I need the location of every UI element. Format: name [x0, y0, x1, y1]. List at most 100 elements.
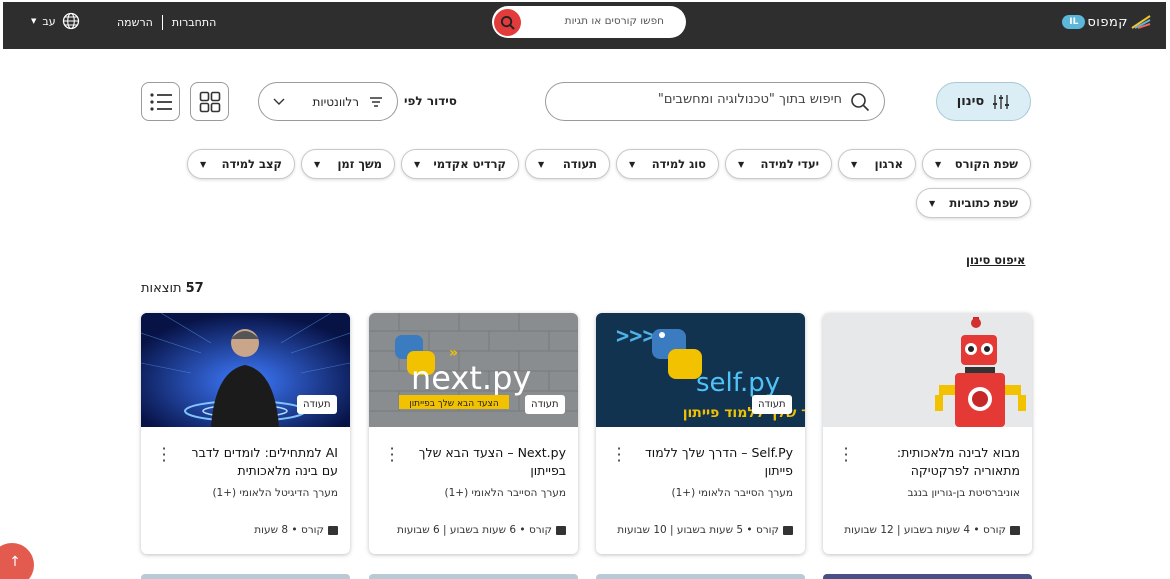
language-label: עב — [42, 14, 56, 28]
caret-down-icon: ▼ — [935, 159, 942, 169]
chip-label: קצב למידה — [221, 157, 282, 171]
course-organization: מערך הסייבר הלאומי (+1) — [671, 487, 793, 499]
next-card-edge — [141, 574, 350, 579]
grid-icon — [199, 91, 220, 112]
course-meta-text: קורס • 4 שעות בשבוע | 12 שבועות — [844, 524, 1006, 536]
caret-down-icon: ▼ — [414, 159, 421, 169]
course-meta: קורס • 8 שעות — [254, 524, 338, 536]
caret-down-icon: ▼ — [738, 159, 745, 169]
course-title[interactable]: מבוא לבינה מלאכותית: מתאוריה לפרקטיקה — [860, 444, 1020, 480]
more-options-icon[interactable]: · · · — [841, 441, 851, 469]
course-meta: קורס • 4 שעות בשבוע | 12 שבועות — [844, 524, 1020, 536]
header-search-placeholder: חפשו קורסים או תגיות — [564, 15, 664, 27]
book-icon — [1010, 525, 1020, 535]
register-link[interactable]: הרשמה — [117, 16, 153, 29]
results-count: 57 תוצאות — [141, 281, 204, 296]
caret-down-icon: ▼ — [851, 159, 858, 169]
course-meta: קורס • 5 שעות בשבוע | 10 שבועות — [617, 524, 793, 536]
course-meta: קורס • 6 שעות בשבוע | 6 שבועות — [397, 524, 566, 536]
course-card[interactable]: · · · מבוא לבינה מלאכותית: מתאוריה לפרקטיק… — [823, 313, 1032, 554]
filter-toggle-label: סינון — [956, 94, 985, 109]
grid-view-button[interactable] — [190, 82, 229, 121]
course-meta-text: קורס • 5 שעות בשבוע | 10 שבועות — [617, 524, 779, 536]
next-card-edge — [596, 574, 805, 579]
sort-select[interactable]: רלוונטיות — [258, 82, 398, 121]
book-icon — [556, 525, 566, 535]
scroll-to-top-button[interactable]: ↑ — [0, 543, 34, 579]
course-organization: אוניברסיטת בן-גוריון בנגב — [907, 487, 1020, 499]
list-icon — [149, 92, 172, 111]
book-icon — [783, 525, 793, 535]
logo-badge: IL — [1062, 15, 1086, 29]
auth-links: התחברות הרשמה — [117, 15, 216, 30]
filter-organization[interactable]: ארגון ▼ — [838, 149, 916, 179]
more-options-icon[interactable]: · · · — [387, 441, 397, 469]
sort-lines-icon — [370, 96, 382, 107]
course-card[interactable]: >>> self.py ך שלך ללמוד פייתון תעודה · · ·… — [596, 313, 805, 554]
logo-mark-icon — [1131, 15, 1151, 29]
course-organization: מערך הסייבר הלאומי (+1) — [444, 487, 566, 499]
catalog-search[interactable] — [545, 82, 885, 121]
chevron-down-icon: ▼ — [31, 17, 37, 25]
filter-subtitle-language[interactable]: שפת כתוביות ▼ — [916, 188, 1031, 218]
chip-label: תעודה — [562, 157, 597, 171]
course-title[interactable]: Self.Py – הדרך שלך ללמוד פייתון — [633, 444, 793, 480]
filter-learning-type[interactable]: סוג למידה ▼ — [616, 149, 719, 179]
filter-academic-credit[interactable]: קרדיט אקדמי ▼ — [401, 149, 519, 179]
arrow-up-icon: ↑ — [9, 554, 21, 570]
results-number: 57 — [185, 281, 204, 296]
filter-certificate[interactable]: תעודה ▼ — [525, 149, 610, 179]
chip-label: יעדי למידה — [760, 157, 819, 171]
more-options-icon[interactable]: · · · — [614, 441, 624, 469]
header-search-button[interactable] — [494, 9, 521, 36]
next-card-edge — [823, 574, 1032, 579]
chevron-down-icon — [273, 98, 285, 105]
chip-label: שפת הקורס — [954, 157, 1018, 171]
header-search[interactable]: חפשו קורסים או תגיות — [492, 6, 686, 38]
certificate-badge: תעודה — [297, 395, 337, 414]
sort-value: רלוונטיות — [312, 94, 359, 109]
course-title[interactable]: Next.py – הצעד הבא שלך בפייתון — [406, 444, 566, 480]
language-selector[interactable]: עב ▼ — [31, 12, 80, 30]
chip-label: משך זמן — [337, 157, 382, 171]
image-text: next.py — [411, 359, 531, 397]
list-view-button[interactable] — [141, 82, 180, 121]
svg-text:>>>: >>> — [616, 324, 656, 349]
reset-filters-link[interactable]: איפוס סינון — [966, 253, 1025, 267]
next-card-edge — [369, 574, 578, 579]
certificate-badge: תעודה — [525, 395, 565, 414]
filter-learning-pace[interactable]: קצב למידה ▼ — [187, 149, 295, 179]
course-meta-text: קורס • 8 שעות — [254, 524, 324, 536]
chip-label: שפת כתוביות — [949, 196, 1018, 210]
search-icon — [851, 93, 870, 112]
more-options-icon[interactable]: · · · — [159, 441, 169, 469]
caret-down-icon: ▼ — [929, 198, 936, 208]
chip-label: סוג למידה — [651, 157, 706, 171]
globe-icon — [62, 12, 79, 30]
sort-label: סידור לפי — [404, 94, 457, 108]
certificate-badge: תעודה — [752, 395, 792, 414]
chip-label: קרדיט אקדמי — [433, 157, 506, 171]
top-navbar: IL קמפוס חפשו קורסים או תגיות התחברות הר… — [3, 2, 1166, 49]
filter-learning-goals[interactable]: יעדי למידה ▼ — [725, 149, 832, 179]
course-organization: מערך הדיגיטל הלאומי (+1) — [212, 487, 338, 499]
logo-text: קמפוס — [1087, 14, 1128, 30]
course-card[interactable]: תעודה · · · AI למתחילים: לומדים לדבר עם בי… — [141, 313, 350, 554]
filter-duration[interactable]: משך זמן ▼ — [301, 149, 395, 179]
filter-course-language[interactable]: שפת הקורס ▼ — [922, 149, 1031, 179]
search-icon — [500, 15, 515, 30]
caret-down-icon: ▼ — [538, 159, 545, 169]
image-subtext: הצעד הבא שלך בפייתון — [409, 399, 499, 409]
caret-down-icon: ▼ — [629, 159, 636, 169]
filter-toggle-button[interactable]: סינון — [936, 82, 1031, 121]
chip-label: ארגון — [874, 157, 903, 171]
course-card[interactable]: » next.py הצעד הבא שלך בפייתון תעודה · · ·… — [369, 313, 578, 554]
caret-down-icon: ▼ — [314, 159, 321, 169]
login-link[interactable]: התחברות — [172, 16, 216, 29]
site-logo[interactable]: IL קמפוס — [1062, 12, 1152, 32]
results-label: תוצאות — [141, 281, 182, 296]
catalog-search-input[interactable] — [572, 92, 842, 107]
book-icon — [328, 525, 338, 535]
sliders-icon — [993, 94, 1010, 109]
course-title[interactable]: AI למתחילים: לומדים לדבר עם בינה מלאכותי… — [178, 444, 338, 480]
